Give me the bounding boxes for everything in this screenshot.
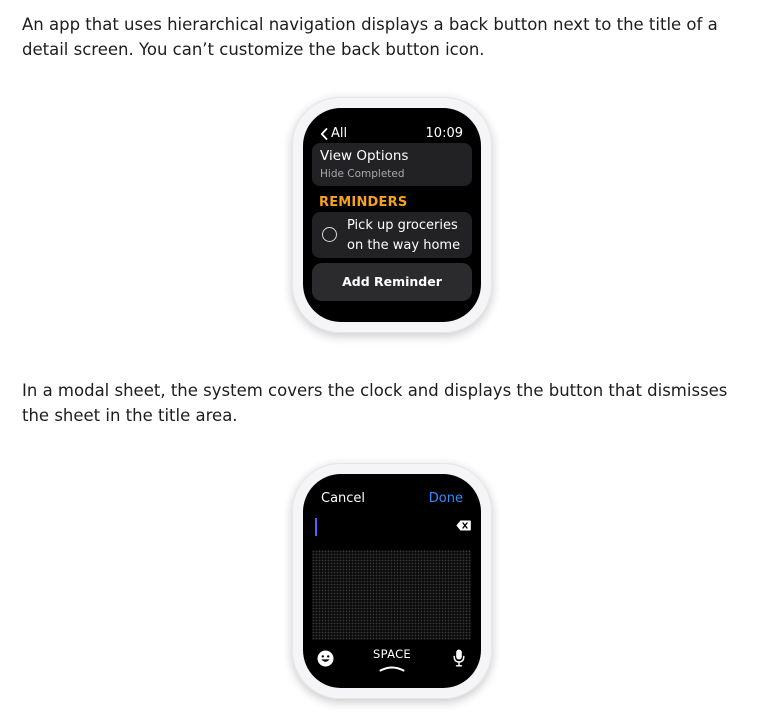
watch-screen: All 10:09 View Options Hide Completed RE… [303,108,481,322]
back-button-label: All [331,126,348,141]
back-button[interactable]: All [320,126,347,141]
section-header-reminders: REMINDERS [319,195,408,210]
reminder-text: Pick up groceries on the way home [347,218,461,253]
delete-icon[interactable] [456,520,471,531]
circle-checkbox-icon[interactable] [322,227,337,242]
chevron-left-icon [320,127,328,140]
done-button[interactable]: Done [429,491,463,506]
watch-screen-modal: Cancel Done SPACE [303,474,481,688]
add-reminder-button[interactable]: Add Reminder [312,263,472,301]
watch-frame-modal: Cancel Done SPACE [292,463,492,699]
add-reminder-label: Add Reminder [342,274,442,289]
scribble-input-area[interactable] [312,550,471,640]
clock-time: 10:09 [425,126,463,141]
view-options-title: View Options [320,148,409,164]
cancel-button[interactable]: Cancel [321,491,365,506]
space-caret-icon[interactable] [379,664,405,672]
watch-frame-hierarchical: All 10:09 View Options Hide Completed RE… [292,97,492,333]
text-cursor [315,518,317,536]
reminder-row[interactable]: Pick up groceries on the way home [312,212,472,258]
view-options-row[interactable]: View Options Hide Completed [312,143,472,186]
description-paragraph-modal: In a modal sheet, the system covers the … [22,381,728,425]
microphone-icon[interactable] [453,649,465,667]
view-options-subtitle: Hide Completed [320,168,405,180]
description-paragraph-hierarchical: An app that uses hierarchical navigation… [22,15,718,59]
